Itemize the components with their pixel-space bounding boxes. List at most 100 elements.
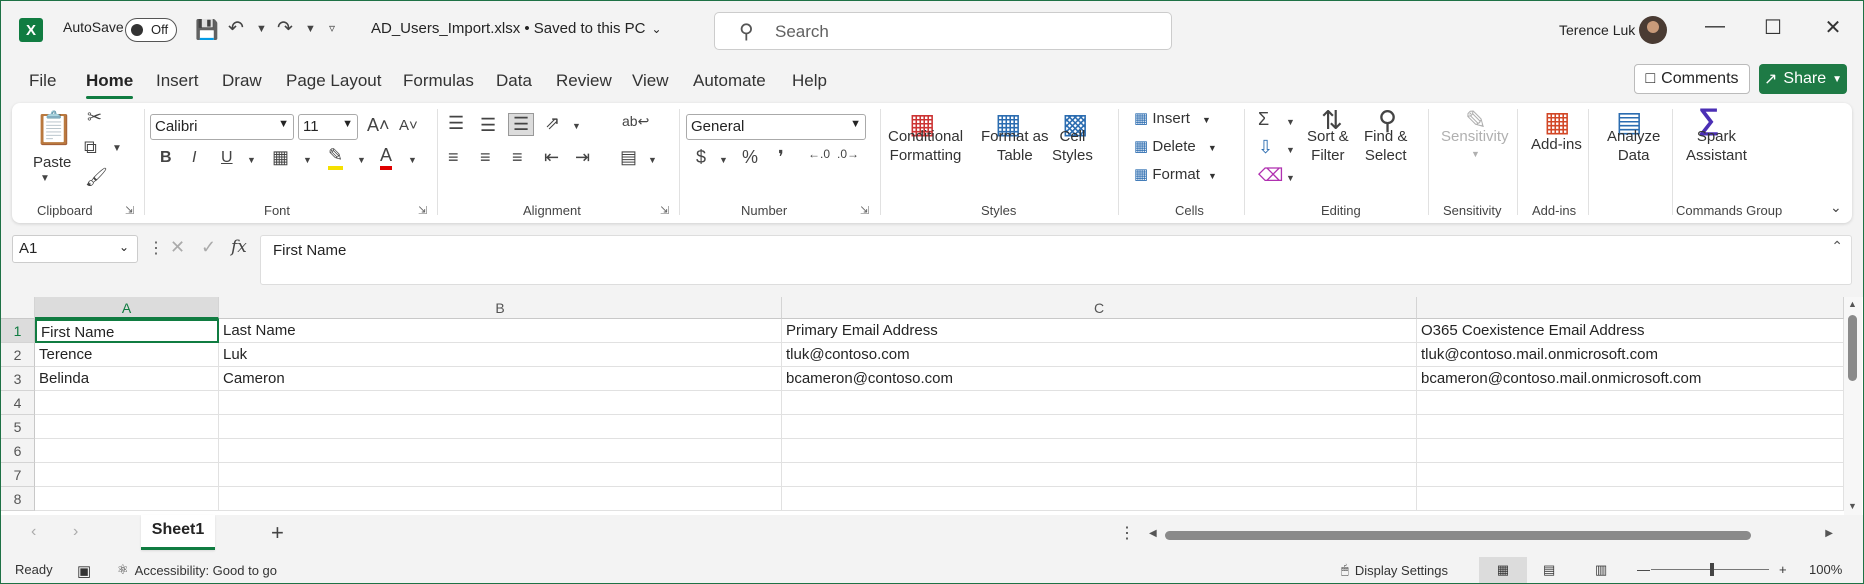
cell-c8[interactable] [782,487,1417,511]
tab-page-layout[interactable]: Page Layout [286,71,381,91]
scroll-right-icon[interactable]: ▶ [1825,528,1833,539]
comma-style-icon[interactable]: ❜ [778,147,784,168]
next-sheet-icon[interactable]: › [73,523,78,541]
fill-color-icon[interactable]: ✎ [328,145,344,170]
cell-c2[interactable]: tluk@contoso.com [782,343,1417,367]
horizontal-scroll-thumb[interactable] [1165,531,1751,540]
insert-function-icon[interactable]: fx [231,237,247,257]
add-sheet-icon[interactable]: + [271,520,284,546]
zoom-in-icon[interactable]: + [1779,562,1787,577]
cell-c7[interactable] [782,463,1417,487]
increase-indent-icon[interactable]: ⇥ [575,147,590,168]
cell-b6[interactable] [219,439,782,463]
search-box[interactable]: ⚲ Search [714,12,1172,50]
page-layout-view-icon[interactable]: ▤ [1543,562,1555,578]
cell-c1[interactable]: Primary Email Address [782,319,1417,343]
redo-dropdown-icon[interactable]: ▼ [305,23,316,35]
cell-d1[interactable]: O365 Coexistence Email Address [1417,319,1844,343]
borders-icon[interactable]: ▦ [272,147,289,168]
formula-input[interactable]: First Name ⌃ [260,235,1852,285]
row-header-3[interactable]: 3 [1,367,35,391]
column-header-c[interactable]: C [782,297,1417,319]
decrease-font-icon[interactable]: A˅ [399,117,418,134]
cell-d4[interactable] [1417,391,1844,415]
column-header-a[interactable]: A [35,297,219,319]
cell-a4[interactable] [35,391,219,415]
cell-d3[interactable]: bcameron@contoso.mail.onmicrosoft.com [1417,367,1844,391]
spark-assistant-button[interactable]: Spark Assistant [1686,127,1747,165]
clear-icon[interactable]: ⌫ [1258,165,1283,186]
column-header-d[interactable] [1417,297,1844,319]
scroll-left-icon[interactable]: ◀ [1149,528,1157,539]
cell-c6[interactable] [782,439,1417,463]
cell-a3[interactable]: Belinda [35,367,219,391]
cut-icon[interactable]: ✂ [87,107,102,128]
collapse-formula-bar-icon[interactable]: ⌃ [1831,238,1843,255]
cell-b1[interactable]: Last Name [219,319,782,343]
cell-styles-button[interactable]: Cell Styles [1052,127,1093,165]
chevron-down-icon[interactable]: ▼ [357,155,366,165]
number-format-combo[interactable]: General ▼ [686,114,866,140]
chevron-down-icon[interactable]: ▼ [303,155,312,165]
row-header-7[interactable]: 7 [1,463,35,487]
scroll-down-icon[interactable]: ▼ [1848,501,1857,511]
cell-a1[interactable]: First Name [35,319,219,343]
analyze-data-button[interactable]: Analyze Data [1607,127,1660,165]
normal-view-icon[interactable]: ▦ [1479,557,1527,583]
add-ins-button[interactable]: Add-ins [1531,135,1582,154]
conditional-formatting-button[interactable]: Conditional Formatting [888,127,963,165]
increase-decimal-icon[interactable]: ←.0 [808,147,830,161]
delete-cells-button[interactable]: ▦ Delete ▼ [1134,137,1217,158]
tab-insert[interactable]: Insert [156,71,199,91]
autosum-icon[interactable]: Σ [1258,109,1269,130]
chevron-down-icon[interactable]: ▼ [1286,145,1295,155]
cell-a7[interactable] [35,463,219,487]
row-header-1[interactable]: 1 [1,319,35,343]
cell-d7[interactable] [1417,463,1844,487]
tab-data[interactable]: Data [496,71,532,91]
row-header-5[interactable]: 5 [1,415,35,439]
cell-b3[interactable]: Cameron [219,367,782,391]
sort-filter-button[interactable]: Sort & Filter [1307,127,1349,165]
chevron-down-icon[interactable]: ▼ [40,173,50,184]
accessibility-status[interactable]: ⚛ Accessibility: Good to go [117,562,277,578]
format-painter-icon[interactable]: 🖌 [85,167,108,188]
cell-c3[interactable]: bcameron@contoso.com [782,367,1417,391]
cell-b5[interactable] [219,415,782,439]
file-title[interactable]: AD_Users_Import.xlsx • Saved to this PC … [371,20,662,37]
horizontal-scrollbar[interactable]: ◀ ▶ [1147,528,1835,542]
cell-d5[interactable] [1417,415,1844,439]
insert-cells-button[interactable]: ▦ Insert ▼ [1134,109,1211,130]
cell-c4[interactable] [782,391,1417,415]
cell-c5[interactable] [782,415,1417,439]
chevron-down-icon[interactable]: ▼ [719,155,728,165]
font-color-icon[interactable]: A [380,145,393,170]
chevron-down-icon[interactable]: ▼ [1286,173,1295,183]
add-ins-icon[interactable]: ▦ [1544,105,1570,138]
tab-home[interactable]: Home [86,71,134,99]
zoom-out-icon[interactable]: — [1637,562,1650,577]
font-name-combo[interactable]: Calibri ▼ [150,114,294,140]
save-icon[interactable]: 💾 [195,18,219,42]
tab-draw[interactable]: Draw [222,71,262,91]
tab-help[interactable]: Help [792,71,827,91]
cell-d2[interactable]: tluk@contoso.mail.onmicrosoft.com [1417,343,1844,367]
prev-sheet-icon[interactable]: ‹ [31,523,36,541]
cell-a8[interactable] [35,487,219,511]
user-name[interactable]: Terence Luk [1559,22,1635,38]
cell-a5[interactable] [35,415,219,439]
cell-b8[interactable] [219,487,782,511]
vertical-scrollbar[interactable]: ▲ ▼ [1844,297,1862,515]
cell-b4[interactable] [219,391,782,415]
column-header-b[interactable]: B [219,297,782,319]
chevron-down-icon[interactable]: ▼ [648,155,657,165]
row-header-4[interactable]: 4 [1,391,35,415]
cell-a2[interactable]: Terence [35,343,219,367]
align-left-icon[interactable]: ≡ [448,147,459,168]
paste-button[interactable]: Paste [33,153,71,172]
format-as-table-button[interactable]: Format as Table [981,127,1049,165]
zoom-level[interactable]: 100% [1809,562,1842,577]
align-middle-icon[interactable]: ☰ [480,115,496,136]
chevron-down-icon[interactable]: ▼ [1286,117,1295,127]
more-options-icon[interactable]: ⋮ [148,238,164,258]
